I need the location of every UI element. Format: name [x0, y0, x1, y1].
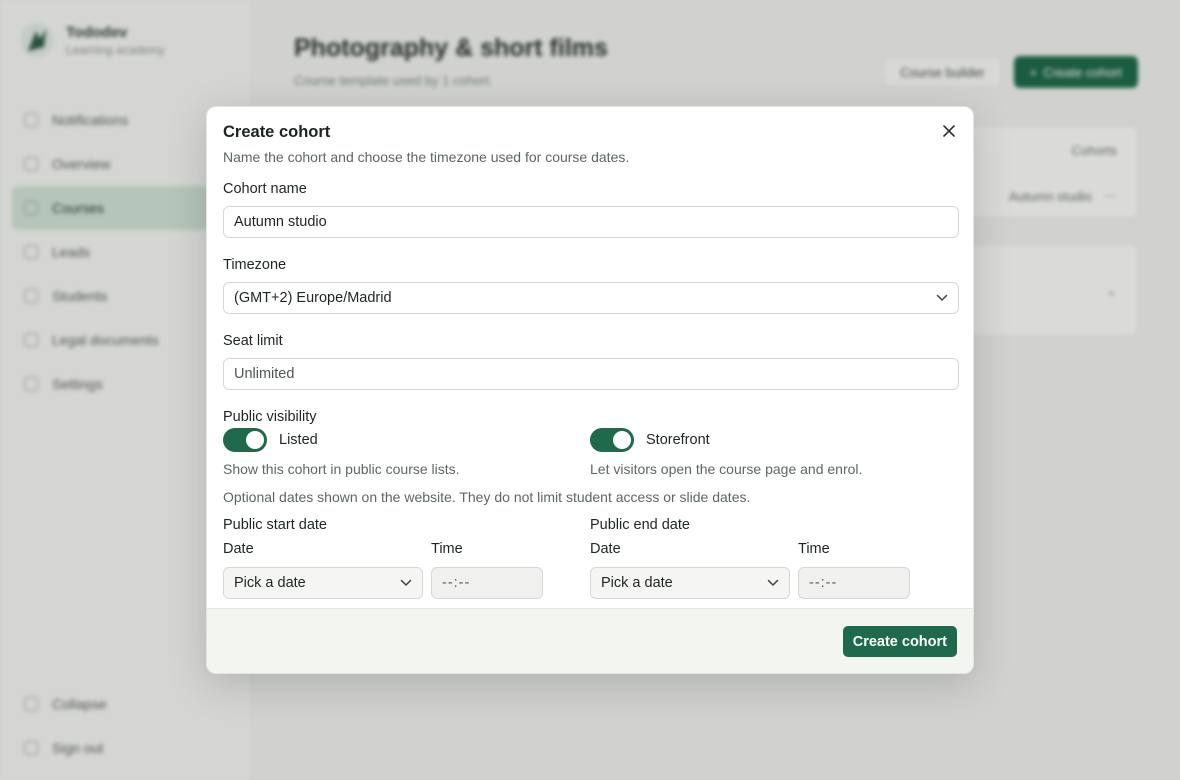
dates-note: Optional dates shown on the website. The… — [223, 489, 751, 505]
end-date-picker[interactable]: Pick a date — [590, 567, 790, 599]
close-icon — [943, 125, 955, 137]
listed-option: Listed Show this cohort in public course… — [223, 428, 590, 478]
storefront-label: Storefront — [646, 432, 710, 448]
toggle-knob — [246, 431, 264, 449]
public-start-date-group: Public start date Date Pick a date Time … — [223, 516, 590, 599]
close-button[interactable] — [939, 121, 959, 141]
storefront-toggle-row: Storefront — [590, 428, 957, 452]
storefront-toggle[interactable] — [590, 428, 634, 452]
seat-limit-input[interactable] — [223, 358, 959, 390]
public-end-date-group: Public end date Date Pick a date Time --… — [590, 516, 957, 599]
chevron-down-icon — [767, 579, 779, 587]
end-date-col: Date Pick a date — [590, 541, 790, 599]
create-cohort-submit-button[interactable]: Create cohort — [842, 626, 957, 657]
listed-hint: Show this cohort in public course lists. — [223, 461, 460, 477]
chevron-down-icon — [400, 579, 412, 587]
start-date-col: Date Pick a date — [223, 541, 423, 599]
start-time-col: Time --:-- — [431, 541, 543, 599]
end-date-placeholder: Pick a date — [601, 575, 673, 591]
toggle-knob — [613, 431, 631, 449]
start-time-input[interactable]: --:-- — [431, 567, 543, 599]
public-visibility-label: Public visibility — [223, 409, 317, 425]
cohort-name-field: Cohort name — [223, 180, 959, 238]
start-date-inputs: Date Pick a date Time --:-- — [223, 541, 590, 599]
dialog-title: Create cohort — [223, 123, 331, 141]
public-dates: Public start date Date Pick a date Time … — [223, 516, 957, 599]
public-end-date-label: Public end date — [590, 517, 690, 533]
public-start-date-label: Public start date — [223, 517, 327, 533]
dialog-body: Create cohort Name the cohort and choose… — [207, 107, 973, 599]
create-cohort-dialog: Create cohort Name the cohort and choose… — [206, 106, 974, 674]
seat-limit-field: Seat limit — [223, 332, 959, 390]
start-date-label: Date — [223, 541, 254, 557]
end-time-label: Time — [798, 541, 830, 557]
end-time-col: Time --:-- — [798, 541, 910, 599]
timezone-select[interactable]: (GMT+2) Europe/Madrid — [223, 282, 959, 314]
public-visibility-section: Public visibility Listed Show this cohor… — [223, 408, 957, 478]
listed-toggle[interactable] — [223, 428, 267, 452]
timezone-label: Timezone — [223, 257, 287, 273]
dialog-footer: Create cohort — [207, 608, 973, 673]
cohort-name-input[interactable] — [223, 206, 959, 238]
start-time-label: Time — [431, 541, 463, 557]
end-date-label: Date — [590, 541, 621, 557]
start-date-placeholder: Pick a date — [234, 575, 306, 591]
timezone-field: Timezone (GMT+2) Europe/Madrid — [223, 256, 959, 314]
storefront-option: Storefront Let visitors open the course … — [590, 428, 957, 478]
start-date-picker[interactable]: Pick a date — [223, 567, 423, 599]
listed-label: Listed — [279, 432, 318, 448]
storefront-hint: Let visitors open the course page and en… — [590, 461, 863, 477]
visibility-toggles: Listed Show this cohort in public course… — [223, 428, 957, 478]
listed-toggle-row: Listed — [223, 428, 590, 452]
timezone-value: (GMT+2) Europe/Madrid — [234, 290, 392, 306]
end-time-input[interactable]: --:-- — [798, 567, 910, 599]
dialog-description: Name the cohort and choose the timezone … — [223, 149, 630, 165]
seat-limit-label: Seat limit — [223, 333, 283, 349]
end-date-inputs: Date Pick a date Time --:-- — [590, 541, 957, 599]
chevron-down-icon — [936, 294, 948, 302]
cohort-name-label: Cohort name — [223, 181, 307, 197]
